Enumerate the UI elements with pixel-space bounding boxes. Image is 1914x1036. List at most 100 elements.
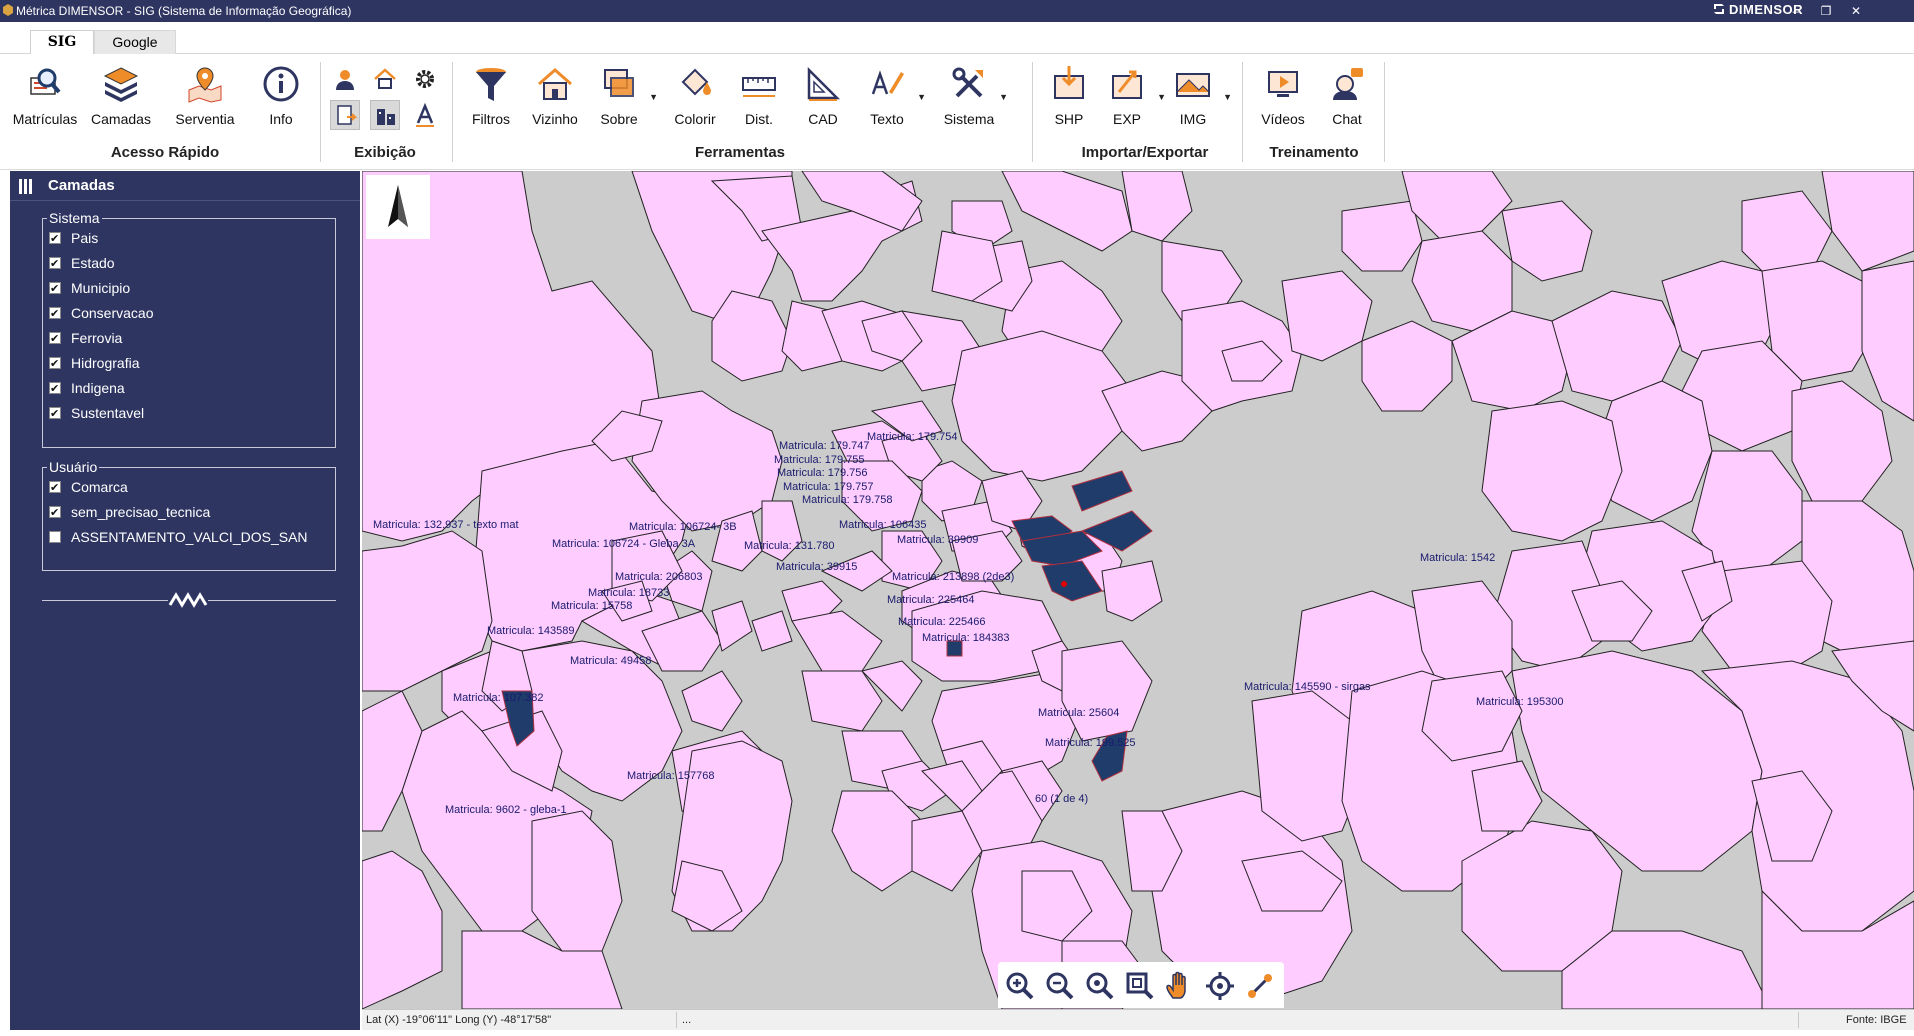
serventia-button[interactable]: Serventia <box>170 64 240 140</box>
layer-assentamento[interactable]: ASSENTAMENTO_VALCI_DOS_SAN <box>43 525 335 550</box>
dist-button[interactable]: Dist. <box>724 64 794 140</box>
videos-button[interactable]: Vídeos <box>1248 64 1318 140</box>
group-separator <box>320 62 321 162</box>
tab-google[interactable]: Google <box>94 30 176 54</box>
checkbox[interactable] <box>49 352 61 377</box>
panel-menu-icon[interactable] <box>18 179 34 194</box>
checkbox[interactable] <box>49 327 61 352</box>
texto-dropdown-icon[interactable]: ▼ <box>917 92 926 102</box>
layer-comarca[interactable]: Comarca <box>43 475 335 501</box>
layer-pais[interactable]: Pais <box>43 226 335 252</box>
matriculas-label: Matrículas <box>12 111 78 127</box>
camadas-button[interactable]: Camadas <box>86 64 156 140</box>
img-label: IMG <box>1179 111 1207 127</box>
close-button[interactable]: ✕ <box>1844 2 1868 20</box>
map-label: Matricula: 1542 <box>1420 552 1496 564</box>
exp-button[interactable]: EXP ▼ <box>1092 64 1166 140</box>
document-view-button[interactable] <box>330 100 360 130</box>
map-label: Matricula: 131.780 <box>744 540 835 552</box>
sobre-label: Sobre <box>600 111 638 127</box>
layer-label: Sustentavel <box>71 405 145 421</box>
map-label: Matricula: 107.382 <box>453 692 544 704</box>
layer-municipio[interactable]: Municipio <box>43 276 335 302</box>
checkbox[interactable] <box>49 476 61 501</box>
checkbox[interactable] <box>49 531 61 543</box>
checkbox[interactable] <box>49 302 61 327</box>
checkbox[interactable] <box>49 252 61 277</box>
zoom-out-icon[interactable] <box>1044 970 1076 1002</box>
app-icon <box>3 4 13 16</box>
matriculas-button[interactable]: Matrículas <box>10 64 80 140</box>
sistema-button[interactable]: Sistema ▼ <box>934 64 1008 140</box>
maximize-button[interactable]: ❐ <box>1814 2 1838 20</box>
layer-conservacao[interactable]: Conservacao <box>43 301 335 327</box>
dimensor-logo-icon <box>1714 4 1724 14</box>
group-label-importar-exportar: Importar/Exportar <box>1081 144 1209 161</box>
parcel <box>711 290 793 382</box>
layer-label: Estado <box>71 255 115 271</box>
north-arrow-icon <box>388 185 408 227</box>
checkbox[interactable] <box>49 501 61 526</box>
texto-button[interactable]: Texto ▼ <box>852 64 926 140</box>
map-label: Matricula: 39915 <box>776 561 858 573</box>
checkbox[interactable] <box>49 227 61 252</box>
chat-label: Chat <box>1332 111 1362 127</box>
map-canvas[interactable]: Matricula: 179.747 Matricula: 179.754 Ma… <box>362 171 1914 1009</box>
locate-target-icon[interactable] <box>1204 970 1236 1002</box>
text-view-button[interactable] <box>410 100 440 130</box>
user-view-button[interactable] <box>330 64 360 94</box>
filtros-button[interactable]: Filtros <box>456 64 526 140</box>
layer-sustentavel[interactable]: Sustentavel <box>43 401 335 427</box>
layer-sem-precisao-tecnica[interactable]: sem_precisao_tecnica <box>43 500 335 526</box>
group-label-treinamento: Treinamento <box>1269 144 1359 161</box>
pan-hand-icon[interactable] <box>1164 970 1196 1002</box>
map-label: Matricula: 179.757 <box>783 481 874 493</box>
settings-view-button[interactable] <box>410 64 440 94</box>
map-toolbar <box>998 962 1284 1008</box>
home-view-button[interactable] <box>370 64 400 94</box>
buildings-icon <box>377 109 395 125</box>
checkbox[interactable] <box>49 377 61 402</box>
info-button[interactable]: Info <box>246 64 316 140</box>
status-separator <box>1798 1012 1799 1028</box>
layer-indigena[interactable]: Indigena <box>43 376 335 402</box>
cad-button[interactable]: CAD <box>788 64 858 140</box>
sobre-button[interactable]: Sobre ▼ <box>584 64 658 140</box>
panel-header: Camadas <box>10 171 360 201</box>
chat-button[interactable]: Chat <box>1312 64 1382 140</box>
layer-hidrografia[interactable]: Hidrografia <box>43 351 335 377</box>
zoom-extent-icon[interactable] <box>1084 970 1116 1002</box>
buildings-view-button[interactable] <box>370 100 400 130</box>
checkbox[interactable] <box>49 402 61 427</box>
tab-sig[interactable]: SIG <box>30 30 94 54</box>
house-neighbor-icon <box>538 68 572 100</box>
img-button[interactable]: IMG ▼ <box>1158 64 1232 140</box>
parcel <box>791 610 883 672</box>
map-label: Matricula: 106724 - Gleba 3A <box>552 538 696 550</box>
parcel <box>1471 760 1543 832</box>
ribbon: Matrículas Camadas Serventia Info Acesso… <box>0 54 1914 170</box>
layer-label: Comarca <box>71 479 128 495</box>
minimize-button[interactable]: – <box>1784 2 1808 20</box>
layers-icon <box>103 67 139 102</box>
sistema-dropdown-icon[interactable]: ▼ <box>999 92 1008 102</box>
paint-bucket-icon <box>681 68 711 96</box>
img-dropdown-icon[interactable]: ▼ <box>1223 92 1232 102</box>
funnel-icon <box>476 68 506 101</box>
measure-icon[interactable] <box>1244 970 1276 1002</box>
usuario-legend: Usuário <box>49 459 98 475</box>
layer-estado[interactable]: Estado <box>43 251 335 277</box>
layer-label: Ferrovia <box>71 330 123 346</box>
map-label: Matricula: 225464 <box>887 594 975 606</box>
parcel <box>1281 270 1373 362</box>
map-label: Matricula: 225466 <box>898 616 986 628</box>
vizinho-button[interactable]: Vizinho <box>520 64 590 140</box>
zoom-window-icon[interactable] <box>1124 970 1156 1002</box>
layer-ferrovia[interactable]: Ferrovia <box>43 326 335 352</box>
checkbox[interactable] <box>49 277 61 302</box>
colorir-button[interactable]: Colorir <box>660 64 730 140</box>
sobre-dropdown-icon[interactable]: ▼ <box>649 92 658 102</box>
parcel <box>1341 200 1423 272</box>
zoom-in-icon[interactable] <box>1004 970 1036 1002</box>
status-middle: ... <box>682 1014 692 1026</box>
